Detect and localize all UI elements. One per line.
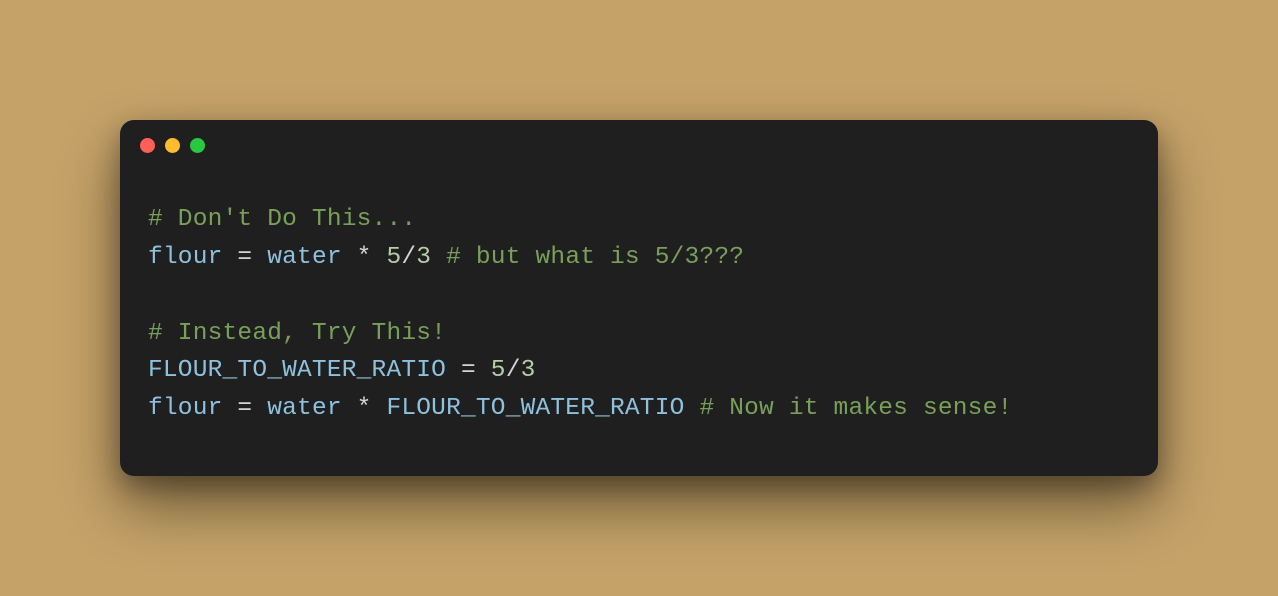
code-variable: flour: [148, 395, 223, 422]
code-variable: FLOUR_TO_WATER_RATIO: [148, 357, 446, 384]
code-operator: =: [446, 357, 491, 384]
code-comment: # Now it makes sense!: [699, 395, 1012, 422]
code-comment: # but what is 5/3???: [446, 244, 744, 271]
code-comment: # Instead, Try This!: [148, 320, 446, 347]
code-content: # Don't Do This... flour = water * 5/3 #…: [120, 153, 1158, 477]
code-variable: water: [267, 395, 342, 422]
code-number: 3: [521, 357, 536, 384]
maximize-icon[interactable]: [190, 138, 205, 153]
code-number: 3: [416, 244, 431, 271]
code-operator: /: [401, 244, 416, 271]
minimize-icon[interactable]: [165, 138, 180, 153]
code-variable: water: [267, 244, 342, 271]
code-operator: *: [342, 244, 387, 271]
code-variable: flour: [148, 244, 223, 271]
code-space: [685, 395, 700, 422]
code-comment: # Don't Do This...: [148, 206, 416, 233]
window-titlebar: [120, 120, 1158, 153]
code-operator: /: [506, 357, 521, 384]
code-operator: =: [223, 244, 268, 271]
code-variable: FLOUR_TO_WATER_RATIO: [386, 395, 684, 422]
code-number: 5: [491, 357, 506, 384]
code-number: 5: [386, 244, 401, 271]
code-operator: =: [223, 395, 268, 422]
code-operator: *: [342, 395, 387, 422]
code-space: [431, 244, 446, 271]
close-icon[interactable]: [140, 138, 155, 153]
code-window: # Don't Do This... flour = water * 5/3 #…: [120, 120, 1158, 477]
